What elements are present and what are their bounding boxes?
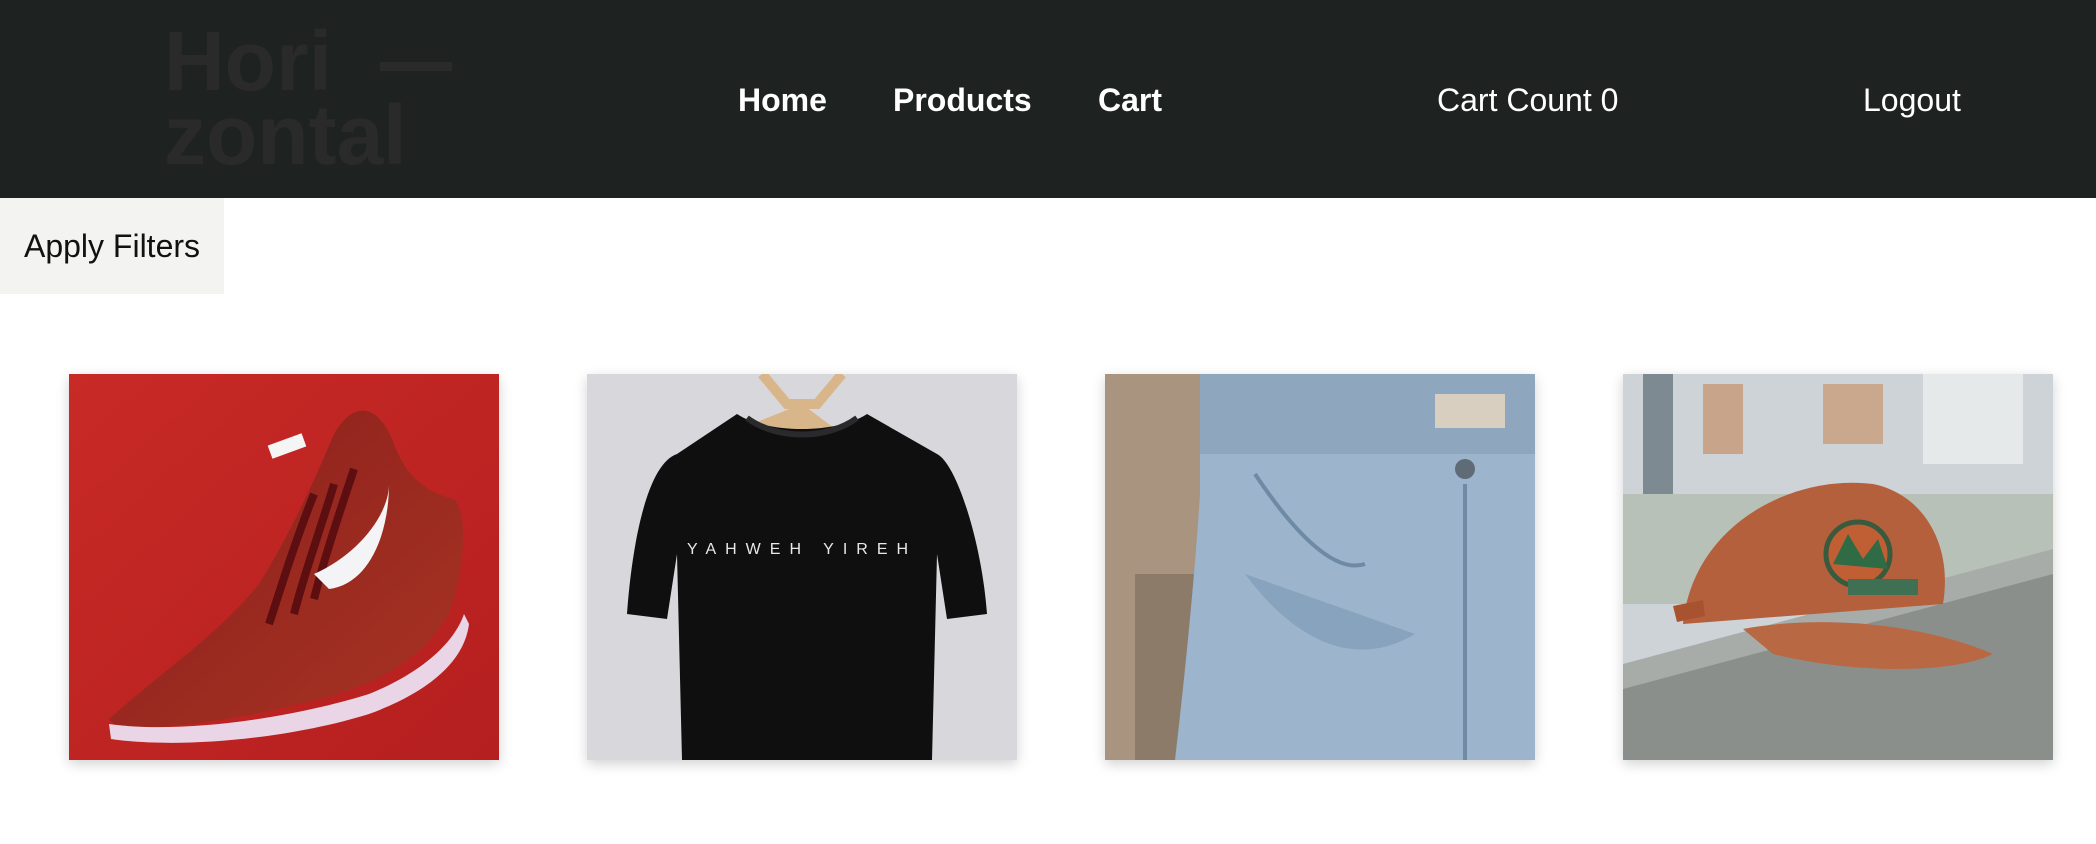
brand-logo[interactable]: Hori zontal — [162, 22, 462, 170]
product-card-sneaker[interactable] — [69, 374, 499, 760]
logo-line-2: zontal — [164, 88, 407, 170]
navbar: Hori zontal Home Products Cart Cart Coun… — [0, 0, 2096, 198]
product-card-cap[interactable] — [1623, 374, 2053, 760]
product-card-jeans[interactable] — [1105, 374, 1535, 760]
apply-filters-button[interactable]: Apply Filters — [0, 198, 224, 294]
nav-link-home[interactable]: Home — [738, 78, 827, 122]
product-card-tshirt[interactable]: YAHWEH YIREH — [587, 374, 1017, 760]
jeans-image — [1105, 374, 1535, 760]
tshirt-image: YAHWEH YIREH — [587, 374, 1017, 760]
nav-link-cart[interactable]: Cart — [1098, 78, 1162, 122]
logout-link[interactable]: Logout — [1863, 78, 1961, 122]
cart-count: Cart Count 0 — [1437, 82, 1619, 118]
nav-link-products[interactable]: Products — [893, 78, 1032, 122]
shirt-print-text: YAHWEH YIREH — [687, 541, 917, 558]
sneaker-image — [69, 374, 499, 760]
cap-image — [1623, 374, 2053, 760]
logo-graphic: Hori zontal — [164, 22, 452, 170]
logo-dash — [380, 62, 452, 71]
